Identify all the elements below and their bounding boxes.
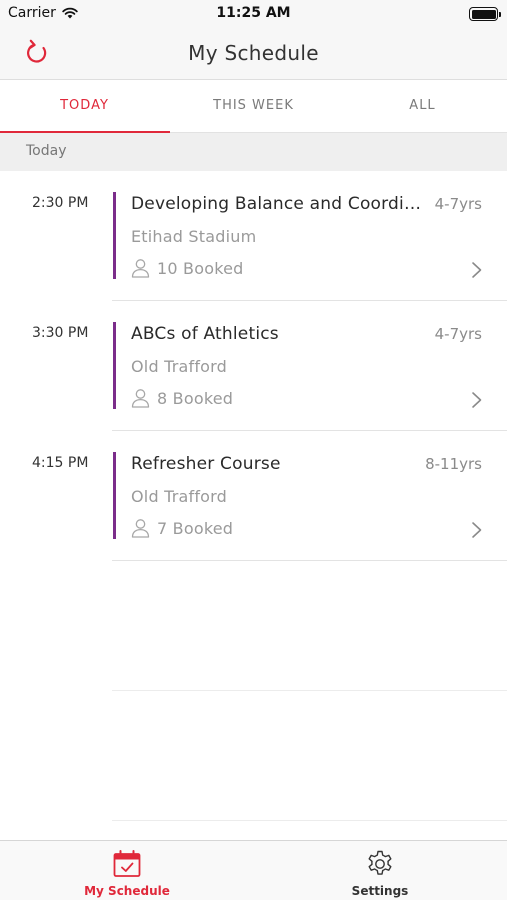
session-age-range: 4-7yrs — [434, 325, 482, 343]
tab-today-label: TODAY — [60, 98, 109, 113]
session-row[interactable]: 2:30 PM Developing Balance and Coordinat… — [0, 171, 507, 301]
session-age-range: 8-11yrs — [425, 455, 482, 473]
session-title: Refresher Course — [131, 454, 281, 474]
session-venue: Old Trafford — [131, 357, 227, 376]
chevron-right-icon — [472, 262, 482, 278]
status-bar: Carrier 11:25 AM — [0, 0, 507, 28]
session-row[interactable]: 3:30 PM ABCs of Athletics 4-7yrs Old Tra… — [0, 301, 507, 431]
empty-row-divider — [112, 690, 507, 691]
session-time: 3:30 PM — [32, 325, 89, 341]
tab-all-label: ALL — [409, 98, 436, 113]
session-booked: 7 Booked — [131, 518, 233, 538]
tab-this-week[interactable]: THIS WEEK — [169, 80, 338, 133]
navigation-bar: My Schedule — [0, 28, 507, 80]
gear-icon — [368, 850, 392, 875]
person-icon — [131, 389, 150, 408]
tab-my-schedule-label: My Schedule — [84, 884, 170, 898]
battery-icon — [469, 7, 501, 21]
schedule-tabs: TODAY THIS WEEK ALL — [0, 80, 507, 134]
person-icon — [131, 259, 150, 278]
tab-this-week-label: THIS WEEK — [213, 98, 294, 113]
section-header: Today — [0, 133, 507, 171]
tab-settings-label: Settings — [351, 884, 409, 898]
session-accent-bar — [113, 322, 116, 409]
session-venue: Etihad Stadium — [131, 227, 257, 246]
session-venue: Old Trafford — [131, 487, 227, 506]
section-header-label: Today — [26, 143, 67, 159]
session-time: 4:15 PM — [32, 455, 89, 471]
session-booked-count: 7 Booked — [157, 518, 234, 538]
empty-row-divider — [112, 820, 507, 821]
tab-all[interactable]: ALL — [338, 80, 507, 133]
tab-today[interactable]: TODAY — [0, 80, 170, 134]
session-title: Developing Balance and Coordination — [131, 194, 426, 214]
person-icon — [131, 519, 150, 538]
session-accent-bar — [113, 192, 116, 279]
session-booked: 8 Booked — [131, 388, 233, 408]
calendar-check-icon — [113, 850, 141, 877]
session-accent-bar — [113, 452, 116, 539]
chevron-right-icon — [472, 522, 482, 538]
row-divider — [112, 560, 507, 561]
session-booked-count: 10 Booked — [157, 258, 244, 278]
session-booked: 10 Booked — [131, 258, 244, 278]
bottom-tab-bar: My Schedule Settings — [0, 840, 507, 900]
page-title: My Schedule — [188, 41, 319, 65]
chevron-right-icon — [472, 392, 482, 408]
session-row[interactable]: 4:15 PM Refresher Course 8-11yrs Old Tra… — [0, 431, 507, 561]
session-booked-count: 8 Booked — [157, 388, 234, 408]
session-age-range: 4-7yrs — [434, 195, 482, 213]
session-list: 2:30 PM Developing Balance and Coordinat… — [0, 171, 507, 821]
tab-my-schedule[interactable]: My Schedule — [0, 841, 254, 900]
session-time: 2:30 PM — [32, 195, 89, 211]
tab-settings[interactable]: Settings — [253, 841, 507, 900]
status-time: 11:25 AM — [216, 5, 291, 21]
session-title: ABCs of Athletics — [131, 324, 279, 344]
